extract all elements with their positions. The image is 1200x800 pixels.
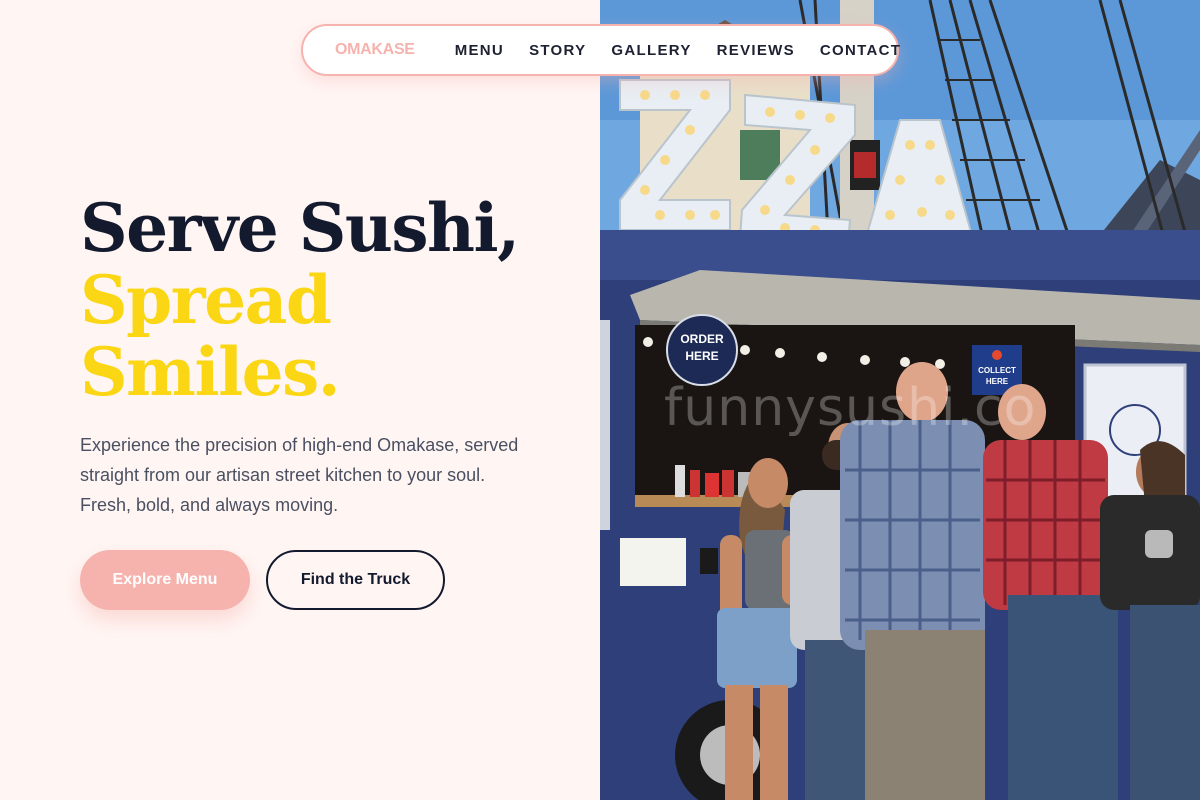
nav-links: MENU STORY GALLERY REVIEWS CONTACT bbox=[455, 42, 902, 59]
nav-link-reviews[interactable]: REVIEWS bbox=[717, 42, 795, 59]
explore-menu-button[interactable]: Explore Menu bbox=[80, 550, 250, 610]
order-sign-line-2: HERE bbox=[685, 349, 718, 363]
collect-sign-line-2: HERE bbox=[986, 377, 1009, 386]
food-truck-photo: ORDER HERE COLLECT HERE funnysushi.co bbox=[600, 0, 1200, 800]
main-navigation: OMAKASE MENU STORY GALLERY REVIEWS CONTA… bbox=[301, 24, 902, 76]
nav-link-menu[interactable]: MENU bbox=[455, 42, 504, 59]
food-truck-scene: ORDER HERE COLLECT HERE bbox=[600, 0, 1200, 800]
hero-left-panel: Serve Sushi, Spread Smiles. Experience t… bbox=[0, 0, 600, 800]
collect-sign-line-1: COLLECT bbox=[978, 366, 1016, 375]
order-sign-line-1: ORDER bbox=[680, 332, 724, 346]
headline-line-1: Serve Sushi, bbox=[80, 189, 520, 267]
find-the-truck-button[interactable]: Find the Truck bbox=[266, 550, 445, 610]
hero-description: Experience the precision of high-end Oma… bbox=[80, 435, 519, 515]
nav-link-story[interactable]: STORY bbox=[529, 42, 586, 59]
nav-link-contact[interactable]: CONTACT bbox=[820, 42, 901, 59]
hero-headline: Serve Sushi, Spread Smiles. bbox=[80, 189, 520, 411]
brand-logo-link[interactable]: OMAKASE bbox=[335, 41, 415, 59]
headline-line-2: Spread bbox=[80, 261, 332, 339]
nav-link-gallery[interactable]: GALLERY bbox=[611, 42, 691, 59]
headline-line-3: Smiles. bbox=[80, 333, 341, 411]
